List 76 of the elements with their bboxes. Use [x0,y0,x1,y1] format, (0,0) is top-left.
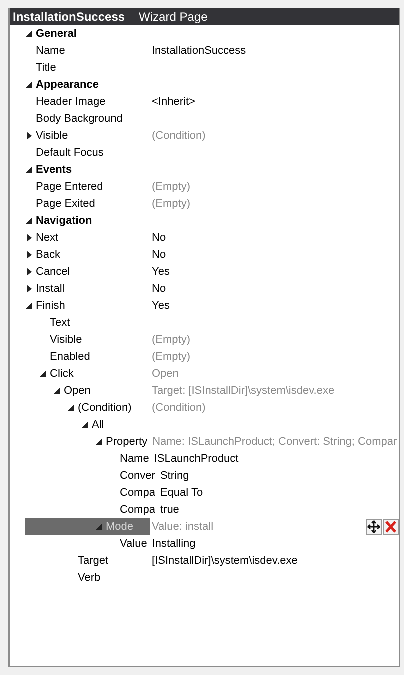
property-name[interactable]: Compa [120,504,156,516]
property-name[interactable]: Verb [78,572,101,584]
expanded-arrow-icon[interactable] [25,216,33,224]
property-value: String [160,470,190,482]
property-value: Equal To [160,486,204,498]
property-name[interactable]: Back [36,248,60,260]
property-value: (Condition) [152,402,206,414]
property-name[interactable]: Open [64,384,91,396]
property-value: Name: ISLaunchProduct; Convert: String; Compar [152,436,398,448]
property-value: <Inherit> [152,96,196,108]
expanded-arrow-icon[interactable] [25,30,33,38]
property-value: (Condition) [152,130,206,142]
property-value: Value: install [152,520,214,532]
property-name[interactable]: Visible [50,334,82,346]
property-value: Installing [152,538,196,550]
property-name[interactable]: Name [36,44,66,56]
property-name[interactable]: Text [50,316,70,328]
category-label[interactable]: Events [36,164,72,176]
property-value: Yes [152,300,170,312]
category-label[interactable]: General [36,28,77,40]
property-value: No [152,248,166,260]
collapsed-arrow-icon[interactable] [25,268,33,276]
property-value: (Empty) [152,180,190,192]
move-icon[interactable] [366,518,382,534]
property-value: No [152,232,166,244]
property-name[interactable]: Title [36,62,56,74]
property-name[interactable]: Mode [106,520,134,532]
property-name[interactable]: Install [36,282,65,294]
property-value: (Empty) [152,198,190,210]
property-value: ISLaunchProduct [154,452,239,464]
property-value: (Empty) [152,350,190,362]
expanded-arrow-icon[interactable] [67,404,75,412]
collapsed-arrow-icon[interactable] [25,132,33,140]
property-name[interactable]: Default Focus [36,146,104,158]
property-name[interactable]: Click [50,368,74,380]
category-label[interactable]: Appearance [36,78,99,90]
property-name[interactable]: Conver [120,470,156,482]
property-name[interactable]: Cancel [36,266,70,278]
property-name[interactable]: Name [120,452,150,464]
property-name[interactable]: Page Exited [36,198,96,210]
property-name[interactable]: Finish [36,300,66,312]
property-name[interactable]: Header Image [36,96,106,108]
property-value: true [160,504,180,516]
selected-name-cell[interactable]: Mode [25,518,150,535]
property-name[interactable]: Value [120,538,148,550]
property-name[interactable]: Enabled [50,350,90,362]
delete-icon[interactable] [383,518,399,534]
property-name[interactable]: Body Background [36,112,123,124]
panel-title: InstallationSuccess [13,10,126,24]
collapsed-arrow-icon[interactable] [25,250,33,258]
property-value: No [152,282,166,294]
panel-subtitle: Wizard Page [139,10,208,24]
property-name[interactable]: Property [106,436,148,448]
expanded-arrow-icon[interactable] [25,302,33,310]
property-name[interactable]: Target [78,554,109,566]
property-name[interactable]: Page Entered [36,180,104,192]
property-value: Yes [152,266,170,278]
expanded-arrow-icon[interactable] [25,166,33,174]
collapsed-arrow-icon[interactable] [25,234,33,242]
property-name[interactable]: Visible [36,130,68,142]
property-name[interactable]: Compa [120,486,156,498]
expanded-arrow-icon[interactable] [81,420,89,428]
property-value: InstallationSuccess [152,44,246,56]
expanded-arrow-icon[interactable] [95,438,103,446]
collapsed-arrow-icon[interactable] [25,284,33,292]
property-name[interactable]: Next [36,232,59,244]
property-value: [ISInstallDir]\system\isdev.exe [152,554,298,566]
property-name[interactable]: All [92,418,104,430]
property-value: Open [152,368,179,380]
expanded-arrow-icon[interactable] [25,80,33,88]
property-name[interactable]: (Condition) [78,402,132,414]
expanded-arrow-icon[interactable] [39,370,47,378]
property-value: (Empty) [152,334,190,346]
property-value: Target: [ISInstallDir]\system\isdev.exe [152,384,335,396]
expanded-arrow-icon[interactable] [53,386,61,394]
category-label[interactable]: Navigation [36,214,92,226]
